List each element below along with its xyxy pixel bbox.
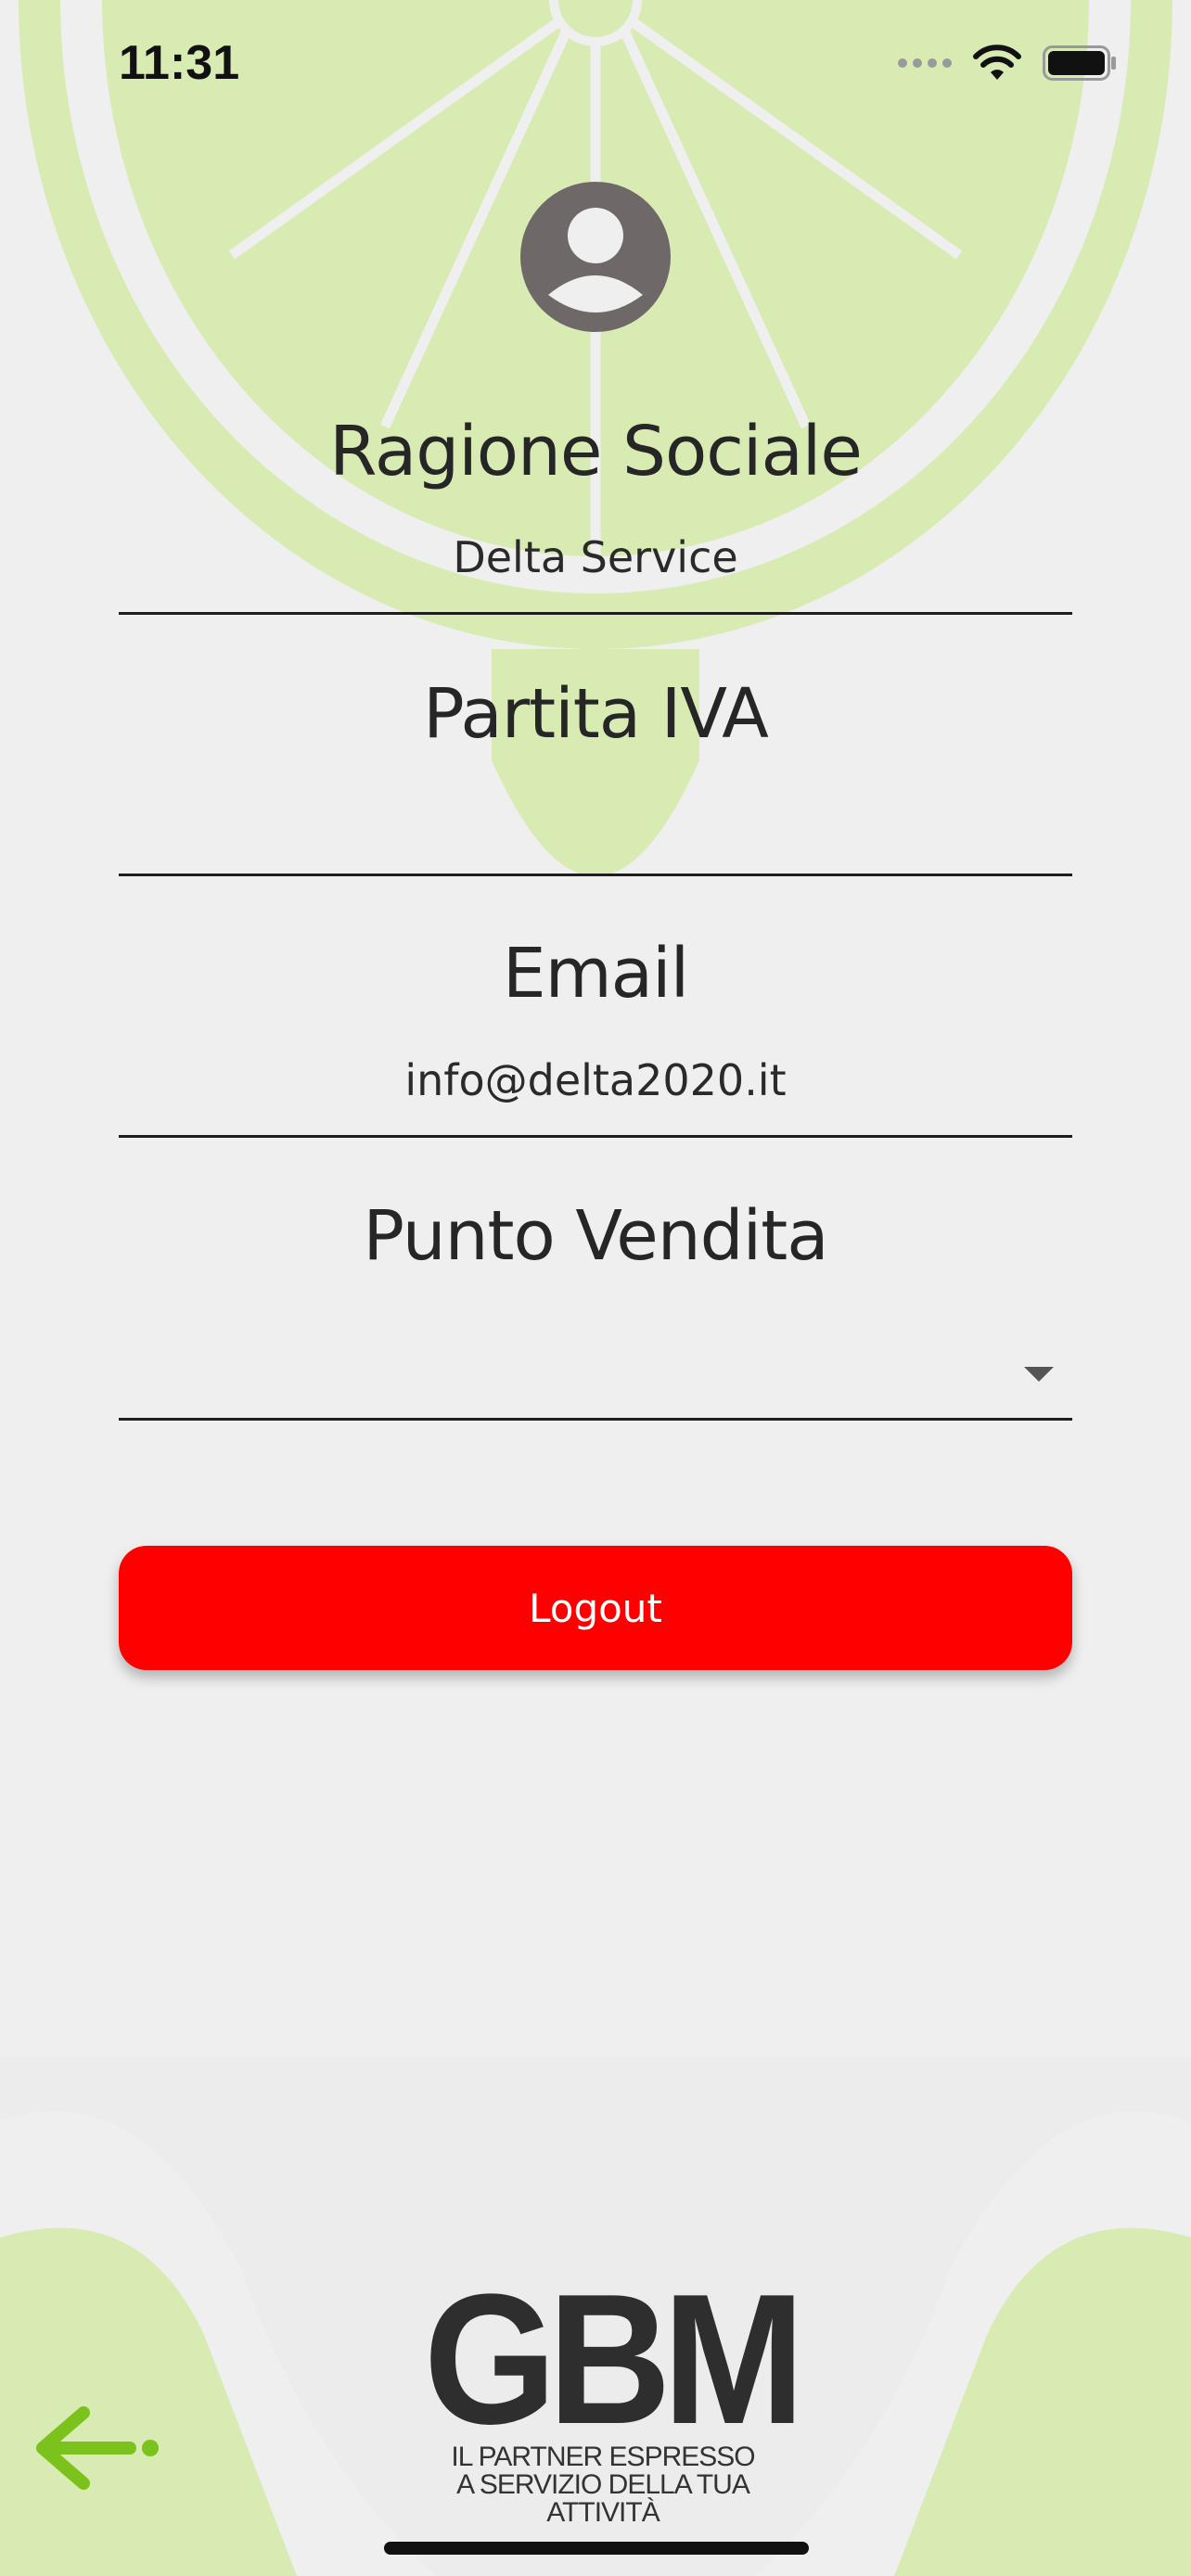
logo-tagline-2: A SERVIZIO DELLA TUA ATTIVITÀ <box>456 2469 750 2528</box>
status-time: 11:31 <box>119 36 240 90</box>
ragione-sociale-underline <box>119 612 1072 615</box>
arrow-left-icon[interactable] <box>30 2402 167 2494</box>
avatar[interactable] <box>520 182 671 332</box>
logo-mark: GBM <box>423 2256 805 2463</box>
home-indicator[interactable] <box>384 2542 809 2555</box>
punto-vendita-dropdown[interactable] <box>119 1335 1072 1421</box>
ragione-sociale-value[interactable]: Delta Service <box>119 532 1072 582</box>
email-label: Email <box>502 934 689 1014</box>
punto-vendita-underline <box>119 1418 1072 1421</box>
punto-vendita-label: Punto Vendita <box>363 1196 828 1276</box>
wifi-icon <box>973 45 1021 80</box>
gbm-logo: GBM IL PARTNER ESPRESSO A SERVIZIO DELLA… <box>408 2256 805 2528</box>
caret-down-icon[interactable] <box>1024 1367 1054 1382</box>
signal-icon <box>898 58 952 68</box>
email-value[interactable]: info@delta2020.it <box>119 1055 1072 1105</box>
email-underline <box>119 1135 1072 1138</box>
partita-iva-underline <box>119 874 1072 876</box>
account-circle-icon <box>548 208 643 312</box>
battery-icon <box>1043 45 1116 81</box>
ragione-sociale-label: Ragione Sociale <box>329 412 863 491</box>
status-icons <box>898 45 1117 82</box>
status-bar: 11:31 <box>0 0 1191 139</box>
lime-slice-decoration <box>19 0 1172 876</box>
logout-button[interactable]: Logout <box>119 1546 1072 1670</box>
partita-iva-label: Partita IVA <box>423 674 769 754</box>
